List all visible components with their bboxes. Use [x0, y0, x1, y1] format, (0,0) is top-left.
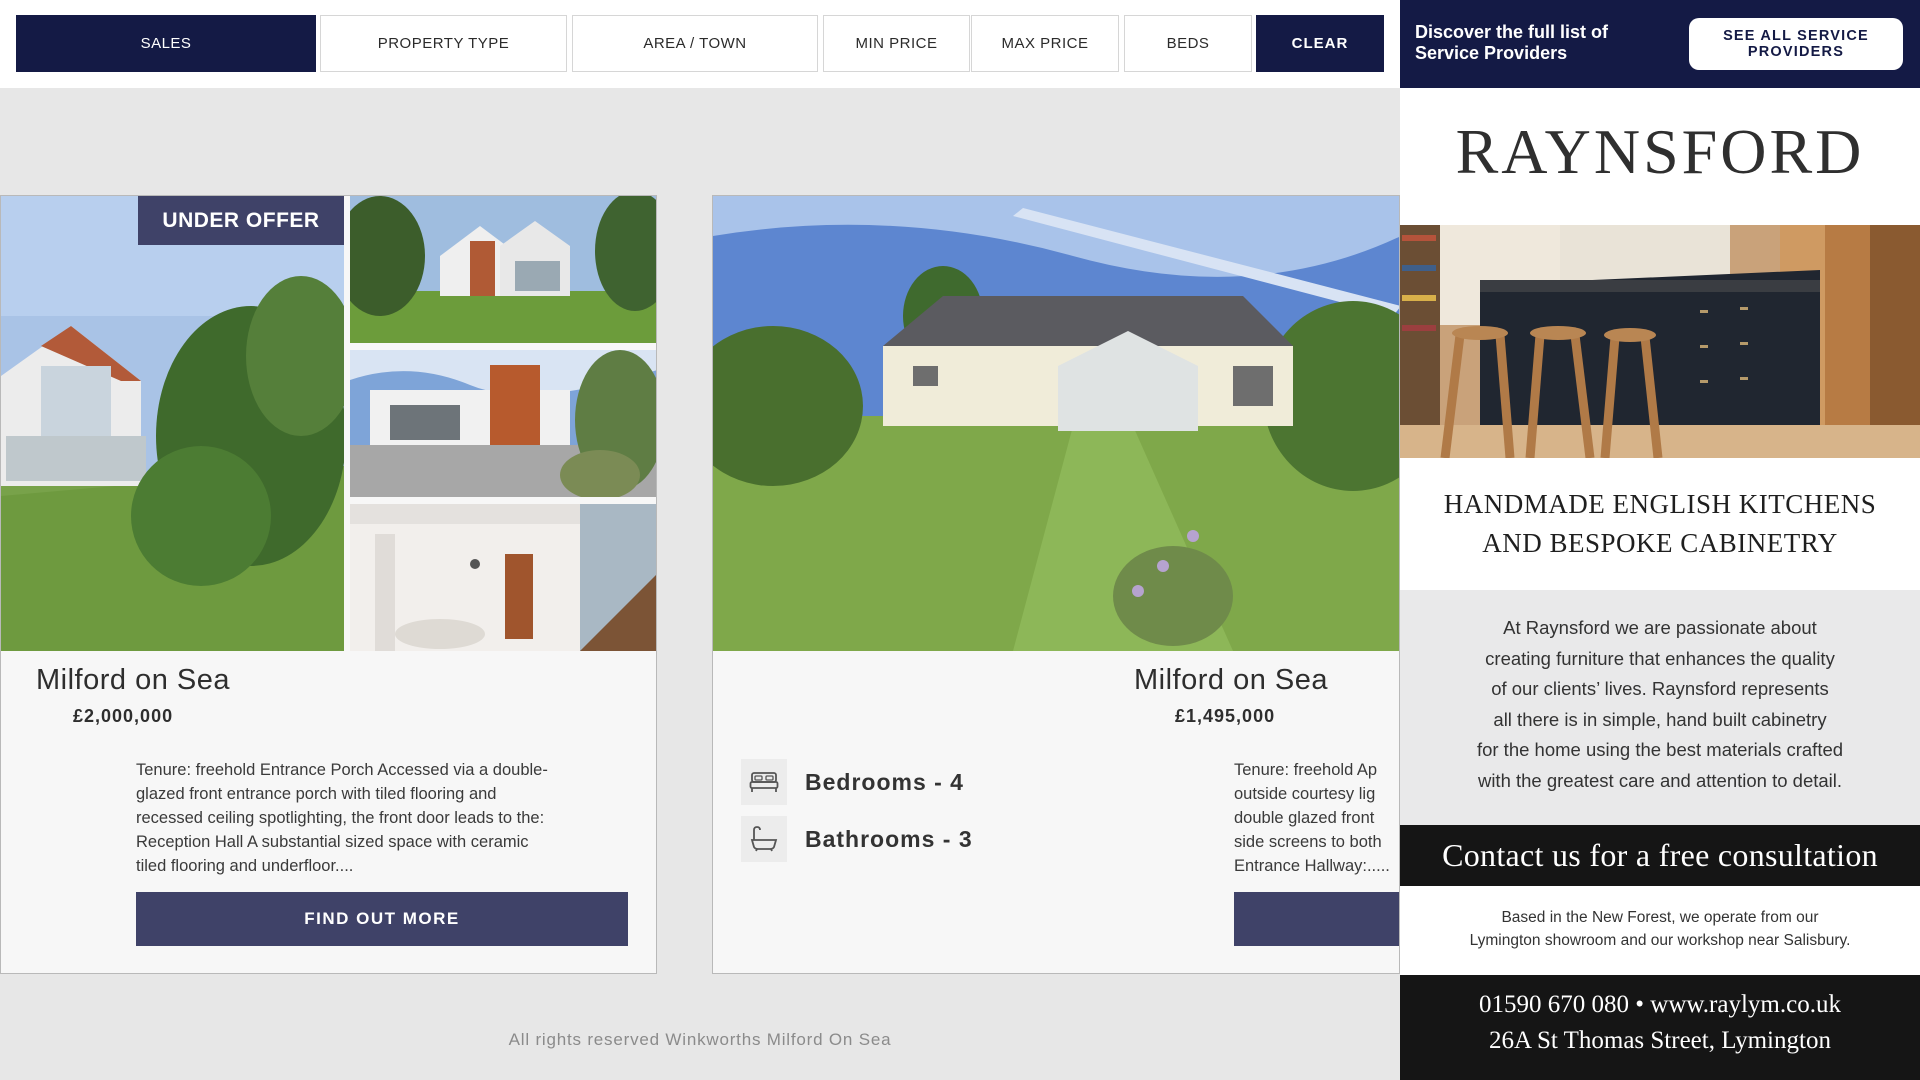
max-price-filter[interactable]: MAX PRICE [971, 15, 1119, 72]
under-offer-badge: UNDER OFFER [138, 196, 344, 245]
property-main-photo[interactable] [1, 196, 344, 651]
discover-text: Discover the full list of Service Provid… [1415, 22, 1609, 63]
find-out-more-button[interactable] [1234, 892, 1399, 946]
ad-tagline: HANDMADE ENGLISH KITCHENS AND BESPOKE CA… [1443, 489, 1877, 558]
property-price: £1,495,000 [1175, 706, 1276, 726]
ad-phone-website[interactable]: 01590 670 080 • www.raylym.co.uk [1400, 991, 1920, 1019]
interior-hall-photo [350, 504, 656, 651]
property-description: Tenure: freehold Entrance Porch Accessed… [136, 761, 548, 875]
ad-address: 26A St Thomas Street, Lymington [1489, 1027, 1831, 1054]
ad-about-text: At Raynsford we are passionate about cre… [1476, 617, 1844, 791]
ad-location-text: Based in the New Forest, we operate from… [1469, 909, 1851, 949]
property-town: Milford on Sea [1134, 664, 1328, 696]
kitchen-photo [1400, 225, 1920, 458]
area-town-filter[interactable]: AREA / TOWN [572, 15, 818, 72]
property-thumb-3[interactable] [350, 504, 656, 651]
copyright-footer: All rights reserved Winkworths Milford O… [508, 1030, 892, 1049]
house-lawn-photo [713, 196, 1399, 651]
property-thumb-1[interactable] [350, 196, 656, 343]
house-photo [1, 196, 344, 651]
sales-filter-button[interactable]: SALES [16, 15, 316, 72]
bathrooms-feature: Bathrooms - 3 [741, 816, 973, 862]
bed-icon [741, 759, 787, 805]
free-consultation-banner[interactable]: Contact us for a free consultation [1400, 825, 1920, 886]
property-price: £2,000,000 [73, 706, 174, 726]
property-description: Tenure: freehold Ap outside courtesy lig… [1234, 761, 1390, 875]
bedrooms-feature: Bedrooms - 4 [741, 759, 964, 805]
search-filter-bar: SALES PROPERTY TYPE AREA / TOWN MIN PRIC… [0, 0, 1400, 88]
raynsford-logo: RAYNSFORD [1455, 116, 1865, 187]
beds-filter[interactable]: BEDS [1124, 15, 1252, 72]
house-driveway-photo [350, 350, 656, 497]
find-out-more-button[interactable]: FIND OUT MORE [136, 892, 628, 946]
property-thumb-2[interactable] [350, 350, 656, 497]
see-all-service-providers-button[interactable]: SEE ALL SERVICE PROVIDERS [1689, 18, 1903, 70]
property-main-photo[interactable] [713, 196, 1399, 651]
property-town: Milford on Sea [36, 664, 230, 696]
ad-contact-details: 01590 670 080 • www.raylym.co.uk 26A St … [1400, 975, 1920, 1080]
bathrooms-count: Bathrooms - 3 [805, 825, 973, 852]
bedrooms-count: Bedrooms - 4 [805, 768, 964, 795]
raynsford-advert[interactable]: Discover the full list of Service Provid… [1400, 0, 1920, 1080]
clear-button[interactable]: CLEAR [1256, 15, 1384, 72]
house-garden-photo [350, 196, 656, 343]
property-type-filter[interactable]: PROPERTY TYPE [320, 15, 567, 72]
property-card[interactable]: UNDER OFFER Milford on Sea £2,000,000 Te… [0, 195, 657, 974]
property-card[interactable]: Milford on Sea £1,495,000 Bedrooms - 4 B… [712, 195, 1400, 974]
bath-icon [741, 816, 787, 862]
service-providers-banner: Discover the full list of Service Provid… [1400, 0, 1920, 88]
min-price-filter[interactable]: MIN PRICE [823, 15, 970, 72]
